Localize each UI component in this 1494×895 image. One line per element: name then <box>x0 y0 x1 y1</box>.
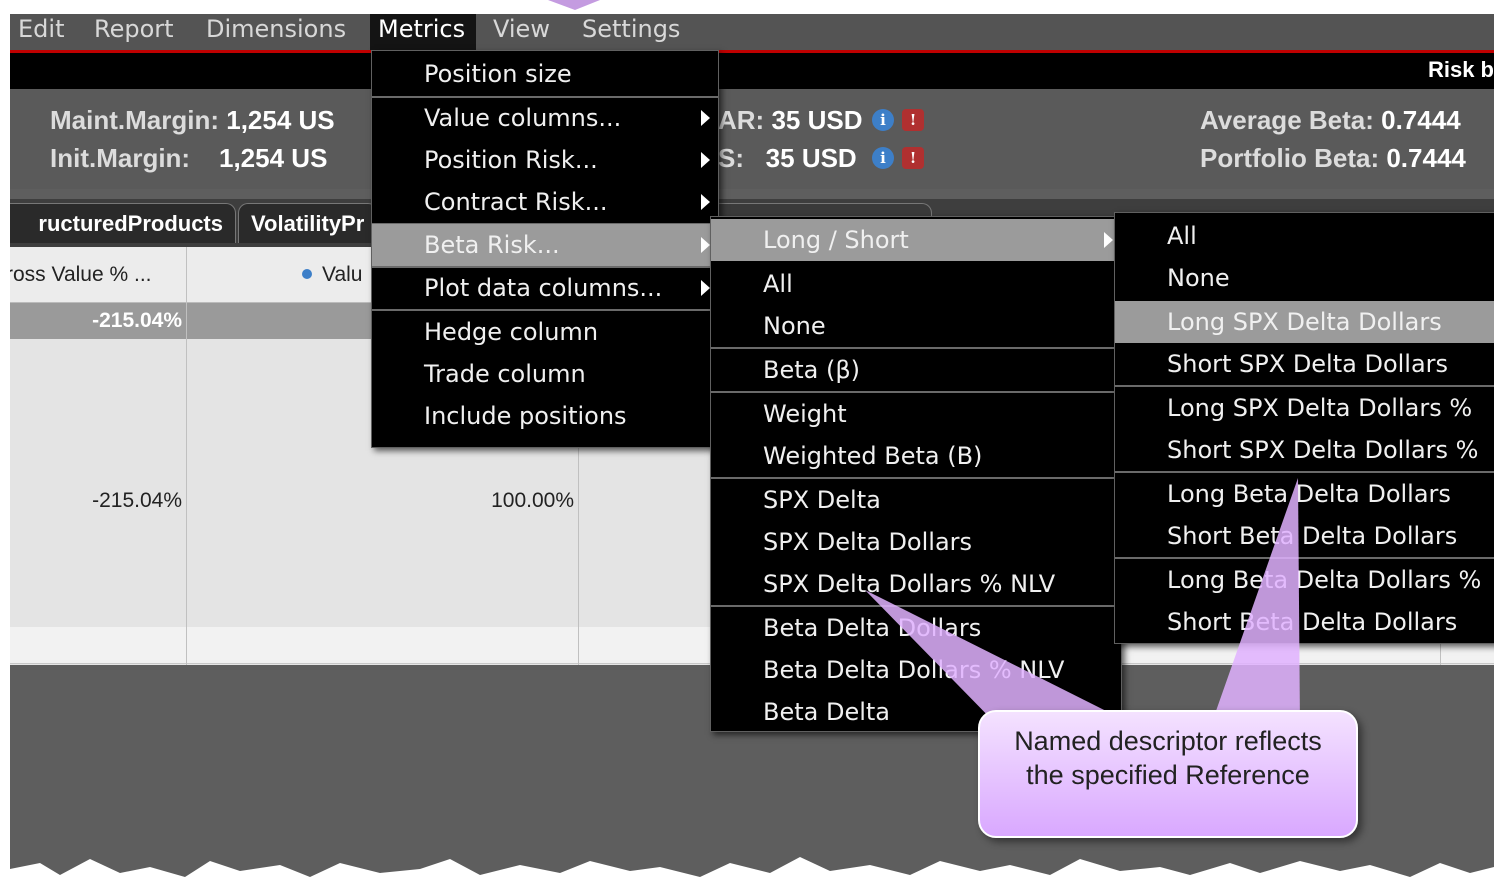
annotation-callout: Named descriptor reflects the specified … <box>978 710 1358 838</box>
callout-pointer-top <box>548 0 600 10</box>
callout-line: the specified Reference <box>1026 760 1310 790</box>
callout-line: Named descriptor reflects <box>1014 726 1322 756</box>
callout-pointer <box>865 590 1140 728</box>
torn-edge <box>0 857 1494 895</box>
callout-pointer <box>1210 478 1300 728</box>
